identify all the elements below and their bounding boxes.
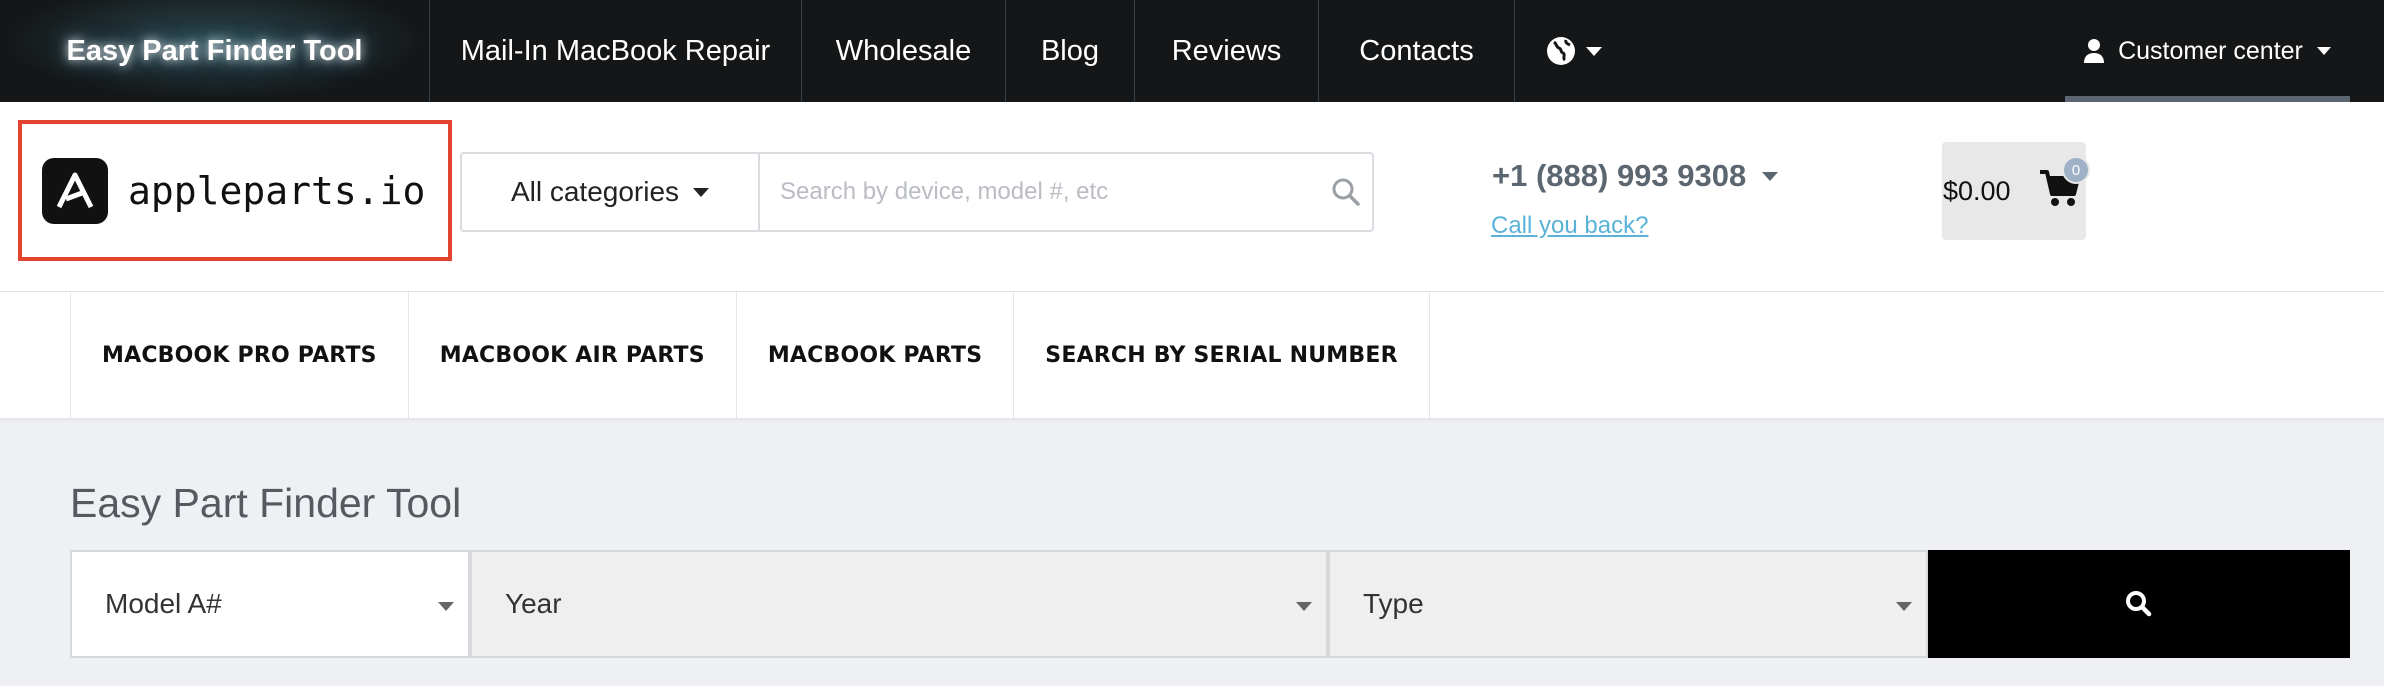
phone-dropdown[interactable]: +1 (888) 993 9308 <box>1492 158 1779 194</box>
model-select-label: Model A# <box>105 588 222 619</box>
search-icon <box>2126 591 2152 617</box>
globe-icon <box>1547 37 1575 65</box>
all-categories-label: All categories <box>510 176 680 207</box>
finder-title: Easy Part Finder Tool <box>70 480 462 526</box>
cart-amount: $0.00 <box>1943 176 2011 206</box>
phone-number: +1 (888) 993 9308 <box>1492 158 1747 193</box>
nav-label: Contacts <box>1359 34 1474 67</box>
tab-label: MACBOOK PARTS <box>767 342 983 368</box>
nav-mail-in-macbook-repair[interactable]: Mail-In MacBook Repair <box>430 0 802 102</box>
nav-label: Blog <box>1040 34 1100 67</box>
finder-search-button[interactable] <box>1928 550 2350 658</box>
cart-button[interactable]: $0.00 0 <box>1942 142 2090 240</box>
call-you-back-link[interactable]: Call you back? <box>1491 212 1648 240</box>
nav-easy-part-finder-tool[interactable]: Easy Part Finder Tool <box>0 0 430 102</box>
chevron-down-icon <box>2316 47 2331 55</box>
customer-center-label: Customer center <box>2118 36 2303 65</box>
nav-label: Mail-In MacBook Repair <box>460 34 771 67</box>
tab-label: SEARCH BY SERIAL NUMBER <box>1045 342 1398 368</box>
nav-brand-label: Easy Part Finder Tool <box>66 34 363 67</box>
nav-contacts[interactable]: Contacts <box>1319 0 1515 102</box>
all-categories-dropdown[interactable]: All categories <box>460 152 760 232</box>
year-select-label: Year <box>505 588 562 619</box>
cart-count-badge: 0 <box>2062 156 2090 184</box>
tab-macbook-pro-parts[interactable]: MACBOOK PRO PARTS <box>70 292 408 418</box>
tab-label: MACBOOK PRO PARTS <box>102 342 377 368</box>
type-select-label: Type <box>1363 588 1424 619</box>
search-input[interactable] <box>780 172 1280 212</box>
nav-reviews[interactable]: Reviews <box>1135 0 1319 102</box>
appleparts-logo-icon <box>42 157 108 224</box>
nav-label: Wholesale <box>835 34 972 67</box>
nav-blog[interactable]: Blog <box>1006 0 1135 102</box>
chevron-down-icon <box>693 187 710 197</box>
nav-wholesale[interactable]: Wholesale <box>802 0 1006 102</box>
tab-label: MACBOOK AIR PARTS <box>439 342 705 368</box>
year-select[interactable]: Year <box>470 550 1328 658</box>
search-box <box>758 152 1374 232</box>
nav-label: Reviews <box>1171 34 1282 67</box>
tab-search-by-serial-number[interactable]: SEARCH BY SERIAL NUMBER <box>1013 292 1430 418</box>
model-select[interactable]: Model A# <box>70 550 470 658</box>
user-icon <box>2084 39 2105 63</box>
chevron-down-icon <box>1586 46 1602 56</box>
customer-center-dropdown[interactable]: Customer center <box>2065 0 2350 102</box>
chevron-down-icon <box>438 602 454 611</box>
chevron-down-icon <box>1762 171 1779 181</box>
search-icon[interactable] <box>1328 174 1364 210</box>
type-select[interactable]: Type <box>1328 550 1928 658</box>
logo-text: appleparts.io <box>128 168 426 213</box>
tab-macbook-air-parts[interactable]: MACBOOK AIR PARTS <box>407 292 736 418</box>
language-dropdown[interactable] <box>1515 0 1633 102</box>
category-nav: MACBOOK PRO PARTS MACBOOK AIR PARTS MACB… <box>0 292 2384 418</box>
top-bar: Easy Part Finder Tool Mail-In MacBook Re… <box>0 0 2384 102</box>
top-nav: Easy Part Finder Tool Mail-In MacBook Re… <box>0 0 1633 102</box>
chevron-down-icon <box>1296 602 1312 611</box>
site-logo[interactable]: appleparts.io <box>18 120 452 261</box>
chevron-down-icon <box>1896 602 1912 611</box>
tab-macbook-parts[interactable]: MACBOOK PARTS <box>735 292 1013 418</box>
